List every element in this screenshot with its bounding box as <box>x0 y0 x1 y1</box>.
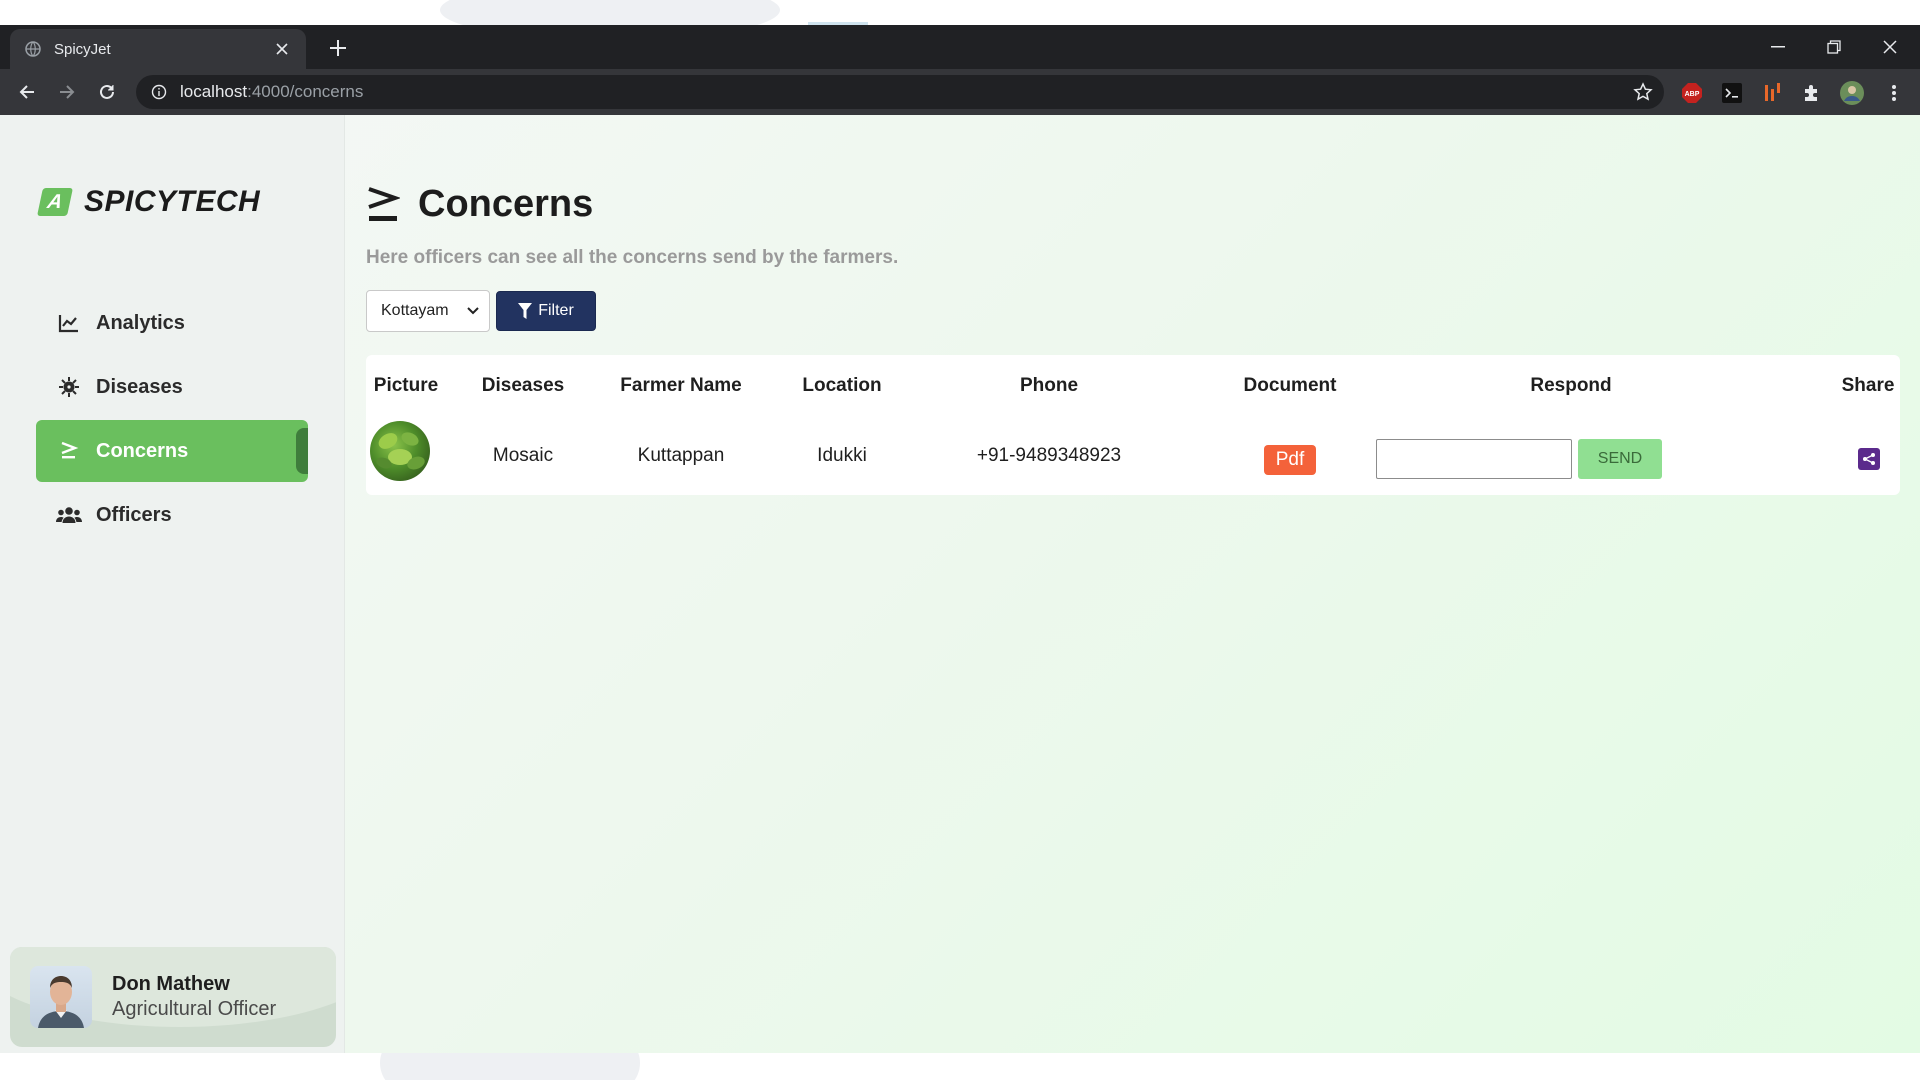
avatar <box>30 966 92 1028</box>
address-bar[interactable]: localhost:4000/concerns <box>136 75 1664 109</box>
sidebar-item-label: Analytics <box>96 311 185 334</box>
user-profile-card[interactable]: Don Mathew Agricultural Officer <box>10 947 336 1047</box>
background-shape <box>380 1053 640 1080</box>
background-shape <box>440 0 780 25</box>
sidebar-item-label: Concerns <box>96 439 189 462</box>
sidebar: A SPICYTECH Analytics Diseases Concerns … <box>0 115 345 1053</box>
new-tab-button[interactable] <box>325 35 351 61</box>
column-header-respond: Respond <box>1530 375 1612 396</box>
url-path: :4000/concerns <box>247 82 364 101</box>
tab-title: SpicyJet <box>54 40 111 58</box>
back-arrow-icon[interactable] <box>12 77 42 107</box>
filter-button-label: Filter <box>538 302 574 319</box>
column-header-farmer-name: Farmer Name <box>620 375 742 396</box>
page-heading: Concerns <box>366 183 593 226</box>
location-select[interactable]: Kottayam <box>366 290 490 332</box>
chevron-down-icon <box>467 302 479 320</box>
cell-farmer-name: Kuttappan <box>637 445 725 466</box>
greater-equal-icon <box>366 185 400 225</box>
virus-icon <box>56 375 82 399</box>
cell-phone: +91-9489348923 <box>976 445 1122 466</box>
page-subtitle: Here officers can see all the concerns s… <box>366 247 899 268</box>
disease-picture[interactable] <box>370 421 430 481</box>
adblock-extension-icon[interactable]: ABP <box>1680 81 1704 105</box>
greater-equal-icon <box>56 439 82 463</box>
profile-name: Don Mathew <box>112 973 230 995</box>
globe-icon <box>24 40 42 58</box>
sidebar-item-concerns[interactable]: Concerns <box>36 420 308 482</box>
site-info-icon[interactable] <box>150 83 168 101</box>
reload-icon[interactable] <box>92 77 122 107</box>
bars-extension-icon[interactable] <box>1760 81 1784 105</box>
sidebar-item-diseases[interactable]: Diseases <box>36 356 308 418</box>
filter-bar: Kottayam Filter <box>366 290 596 332</box>
sidebar-item-analytics[interactable]: Analytics <box>36 292 308 354</box>
brand-name: SPICYTECH <box>84 185 261 218</box>
svg-text:ABP: ABP <box>1685 91 1700 98</box>
column-header-share: Share <box>1841 375 1895 396</box>
forward-arrow-icon[interactable] <box>52 77 82 107</box>
profile-role: Agricultural Officer <box>112 998 277 1020</box>
terminal-extension-icon[interactable] <box>1720 81 1744 105</box>
filter-button[interactable]: Filter <box>496 291 596 331</box>
sidebar-item-label: Officers <box>96 503 172 526</box>
logo-mark: A <box>37 188 73 216</box>
bookmark-star-icon[interactable] <box>1632 81 1654 103</box>
column-header-document: Document <box>1243 375 1337 396</box>
chart-line-icon <box>56 311 82 335</box>
app-container: A SPICYTECH Analytics Diseases Concerns … <box>0 115 1920 1053</box>
main-content: Concerns Here officers can see all the c… <box>366 115 1906 1053</box>
page-title: Concerns <box>418 183 594 225</box>
column-header-picture: Picture <box>373 375 439 396</box>
browser-tab-bar: SpicyJet <box>0 25 1920 69</box>
share-icon[interactable] <box>1858 448 1880 470</box>
top-background-strip <box>0 0 1920 25</box>
url-host: localhost <box>180 82 248 101</box>
cell-disease: Mosaic <box>492 445 554 466</box>
column-header-diseases: Diseases <box>481 375 565 396</box>
restore-window-icon[interactable] <box>1806 25 1862 69</box>
column-header-location: Location <box>802 375 882 396</box>
concerns-table: Picture Diseases Farmer Name Location Ph… <box>366 355 1900 495</box>
users-icon <box>56 503 82 527</box>
puzzle-extensions-icon[interactable] <box>1800 81 1824 105</box>
close-window-icon[interactable] <box>1862 25 1918 69</box>
more-menu-icon[interactable] <box>1882 81 1906 105</box>
profile-info: Don Mathew Agricultural Officer <box>112 973 276 1021</box>
respond-input[interactable] <box>1376 439 1572 479</box>
bottom-background-strip <box>0 1053 1920 1080</box>
cell-location: Idukki <box>817 445 867 466</box>
minimize-window-icon[interactable] <box>1750 25 1806 69</box>
filter-icon <box>518 303 533 319</box>
sidebar-item-label: Diseases <box>96 375 183 398</box>
browser-tab[interactable]: SpicyJet <box>10 29 306 69</box>
column-header-phone: Phone <box>1019 375 1079 396</box>
location-select-value: Kottayam <box>381 302 449 319</box>
close-tab-icon[interactable] <box>272 39 292 59</box>
sidebar-nav: Analytics Diseases Concerns Officers <box>36 292 308 548</box>
browser-toolbar: localhost:4000/concerns ABP <box>0 69 1920 115</box>
send-button[interactable]: SEND <box>1578 439 1662 479</box>
pdf-document-button[interactable]: Pdf <box>1264 445 1316 475</box>
logo[interactable]: A SPICYTECH <box>37 185 261 219</box>
sidebar-item-officers[interactable]: Officers <box>36 484 308 546</box>
profile-avatar-icon[interactable] <box>1840 81 1864 105</box>
